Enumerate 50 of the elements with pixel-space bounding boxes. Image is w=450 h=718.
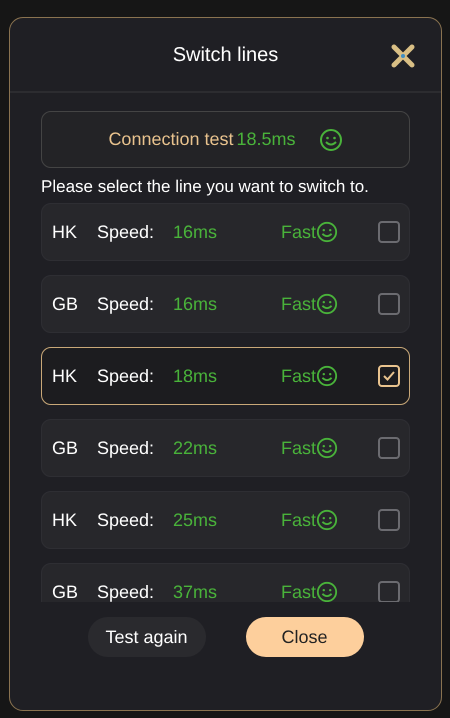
line-option[interactable]: HK Speed: 16ms Fast: [41, 203, 410, 261]
smiley-icon: [316, 581, 338, 602]
checkbox[interactable]: [378, 437, 400, 459]
region-code: GB: [52, 436, 80, 460]
region-code: HK: [52, 220, 78, 244]
close-button[interactable]: Close: [246, 617, 364, 657]
speed-value: 22ms: [173, 436, 218, 460]
speed-label: Speed:: [97, 364, 156, 388]
connection-test-value: 18.5ms: [236, 128, 296, 151]
checkbox[interactable]: [378, 293, 400, 315]
speed-rating: Fast: [281, 508, 316, 532]
dialog-title: Switch lines: [172, 42, 278, 68]
smiley-icon: [316, 221, 338, 243]
test-again-button[interactable]: Test again: [88, 617, 206, 657]
region-code: GB: [52, 292, 80, 316]
speed-label: Speed:: [97, 436, 156, 460]
speed-rating: Fast: [281, 364, 316, 388]
smiley-icon: [316, 293, 338, 315]
line-option[interactable]: GB Speed: 16ms Fast: [41, 275, 410, 333]
speed-label: Speed:: [97, 220, 156, 244]
checkbox[interactable]: [378, 509, 400, 531]
instruction-text: Please select the line you want to switch to.: [41, 177, 370, 197]
checkbox[interactable]: [378, 221, 400, 243]
smiley-icon: [318, 128, 343, 152]
speed-value: 16ms: [173, 220, 218, 244]
speed-label: Speed:: [97, 508, 156, 532]
checkbox[interactable]: [378, 365, 400, 387]
speed-value: 18ms: [173, 364, 218, 388]
line-option[interactable]: HK Speed: 25ms Fast: [41, 491, 410, 549]
speed-rating: Fast: [281, 220, 316, 244]
speed-label: Speed:: [97, 580, 156, 602]
smiley-icon: [316, 509, 338, 531]
line-option[interactable]: GB Speed: 22ms Fast: [41, 419, 410, 477]
speed-value: 37ms: [173, 580, 218, 602]
smiley-icon: [316, 437, 338, 459]
smiley-icon: [316, 365, 338, 387]
region-code: HK: [52, 508, 78, 532]
connection-test-label: Connection test: [108, 128, 234, 151]
speed-rating: Fast: [281, 580, 316, 602]
speed-rating: Fast: [281, 436, 316, 460]
speed-label: Speed:: [97, 292, 156, 316]
speed-rating: Fast: [281, 292, 316, 316]
line-option[interactable]: GB Speed: 37ms Fast: [41, 563, 410, 602]
close-icon[interactable]: [391, 44, 415, 68]
region-code: HK: [52, 364, 78, 388]
speed-value: 25ms: [173, 508, 218, 532]
checkbox[interactable]: [378, 581, 400, 602]
line-option[interactable]: HK Speed: 18ms Fast: [41, 347, 410, 405]
speed-value: 16ms: [173, 292, 218, 316]
region-code: GB: [52, 580, 80, 602]
